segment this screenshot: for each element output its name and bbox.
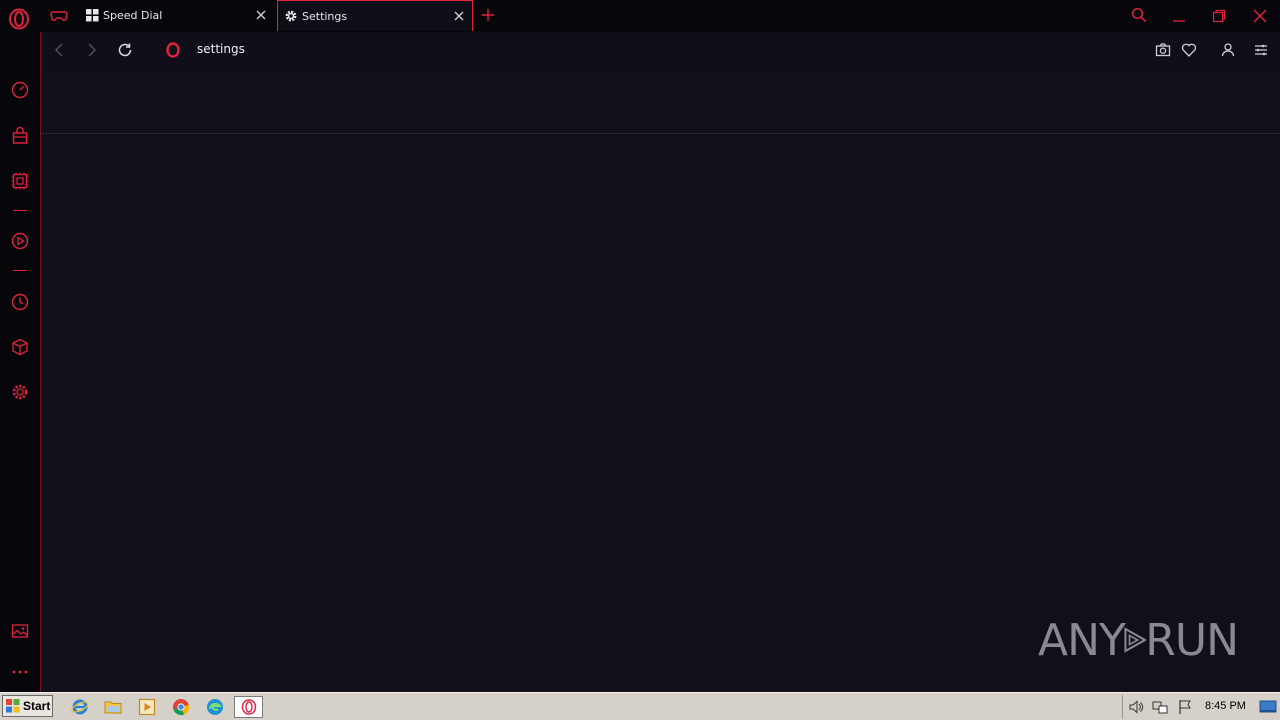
search-icon <box>1131 7 1147 23</box>
settings-icon <box>12 384 28 400</box>
close-tab-icon[interactable] <box>254 8 268 22</box>
play-triangle-icon <box>1124 627 1147 653</box>
chevron-left-icon <box>55 43 63 57</box>
pinboard-icon <box>11 624 29 638</box>
new-tab-button[interactable] <box>481 7 495 21</box>
forward-button[interactable] <box>85 42 99 58</box>
anyrun-watermark: ANY RUN <box>1038 608 1239 672</box>
minimize-button[interactable] <box>1172 8 1186 22</box>
site-info-button[interactable] <box>166 42 180 58</box>
edge-icon <box>207 699 223 715</box>
reload-icon <box>118 43 132 57</box>
sidebar-item-gx-control[interactable] <box>10 80 30 100</box>
speaker-icon <box>1129 700 1143 714</box>
settings-sliders-icon <box>1255 44 1267 56</box>
tab-label: Settings <box>302 9 348 23</box>
taskbar-media-player[interactable] <box>136 696 158 718</box>
close-tab-icon[interactable] <box>452 9 466 23</box>
sidebar-more-button[interactable] <box>10 662 30 682</box>
speed-dial-grid-icon <box>86 9 99 22</box>
taskbar-chrome[interactable] <box>170 696 192 718</box>
gx-control-button[interactable] <box>50 8 68 24</box>
plus-icon <box>482 9 494 21</box>
restore-icon <box>1212 9 1226 23</box>
minimize-icon <box>1173 20 1185 22</box>
restore-button[interactable] <box>1212 8 1226 23</box>
chevron-right-icon <box>88 43 96 57</box>
sidebar-item-shopping[interactable] <box>10 126 30 146</box>
reload-button[interactable] <box>117 42 133 58</box>
tab-search-button[interactable] <box>1131 7 1147 23</box>
start-label: Start <box>23 699 51 713</box>
camera-icon <box>1155 43 1171 57</box>
flag-icon <box>1179 700 1191 714</box>
windows-flag-icon <box>6 699 20 713</box>
clock[interactable]: 8:45 PM <box>1205 700 1246 712</box>
taskbar-internet-explorer[interactable] <box>69 696 91 718</box>
sidebar-item-extensions[interactable] <box>10 337 30 357</box>
opera-gx-icon <box>241 699 256 715</box>
opera-logo-icon <box>9 8 29 30</box>
gamepad-icon <box>50 11 68 22</box>
watermark-text-left: ANY <box>1038 614 1126 666</box>
page-content <box>41 68 1280 692</box>
shopping-bag-icon <box>12 127 28 144</box>
taskbar <box>0 692 1280 720</box>
start-button[interactable]: Start <box>2 695 53 717</box>
more-icon <box>12 670 28 674</box>
close-window-button[interactable] <box>1253 8 1267 23</box>
snapshot-button[interactable] <box>1155 42 1171 58</box>
sidebar-item-history[interactable] <box>10 292 30 312</box>
address-field[interactable]: settings <box>197 42 245 56</box>
back-button[interactable] <box>52 42 66 58</box>
crypto-wallet-icon <box>11 172 29 190</box>
easy-setup-button[interactable] <box>1253 42 1269 58</box>
tab-settings[interactable]: Settings <box>277 0 473 31</box>
tray-volume[interactable] <box>1128 699 1144 715</box>
tray-action-center[interactable] <box>1177 699 1193 715</box>
user-icon <box>1221 43 1235 57</box>
sidebar-item-player[interactable] <box>10 231 30 251</box>
opera-o-icon <box>166 42 180 58</box>
tab-speed-dial[interactable]: Speed Dial <box>80 0 274 31</box>
network-icon <box>1152 701 1168 714</box>
sidebar-item-pinboard[interactable] <box>10 621 30 641</box>
sidebar-separator <box>13 210 27 211</box>
watermark-text-right: RUN <box>1145 614 1239 666</box>
desktop-icon <box>1259 700 1277 713</box>
content-divider <box>41 133 1280 134</box>
chrome-icon <box>173 699 190 716</box>
taskbar-file-explorer[interactable] <box>102 696 124 718</box>
sidebar-item-wallet[interactable] <box>10 171 30 191</box>
extensions-cube-icon <box>12 338 28 356</box>
settings-gear-icon <box>285 10 297 22</box>
tray-network[interactable] <box>1152 699 1168 715</box>
heart-icon <box>1181 43 1197 57</box>
sidebar-item-settings[interactable] <box>10 382 30 402</box>
taskbar-edge[interactable] <box>204 696 226 718</box>
close-icon <box>1253 9 1267 23</box>
history-icon <box>11 293 29 311</box>
tab-label: Speed Dial <box>103 9 163 22</box>
system-tray <box>1122 695 1280 719</box>
internet-explorer-icon <box>71 699 89 715</box>
media-player-icon <box>138 698 156 716</box>
folder-icon <box>104 701 122 714</box>
speedometer-icon <box>11 81 29 99</box>
bookmark-button[interactable] <box>1181 42 1197 58</box>
taskbar-opera-gx[interactable] <box>234 696 263 718</box>
player-icon <box>11 232 29 250</box>
profile-button[interactable] <box>1220 42 1236 58</box>
sidebar-separator <box>13 270 27 271</box>
show-desktop-button[interactable] <box>1259 699 1277 715</box>
opera-menu-button[interactable] <box>8 8 30 30</box>
